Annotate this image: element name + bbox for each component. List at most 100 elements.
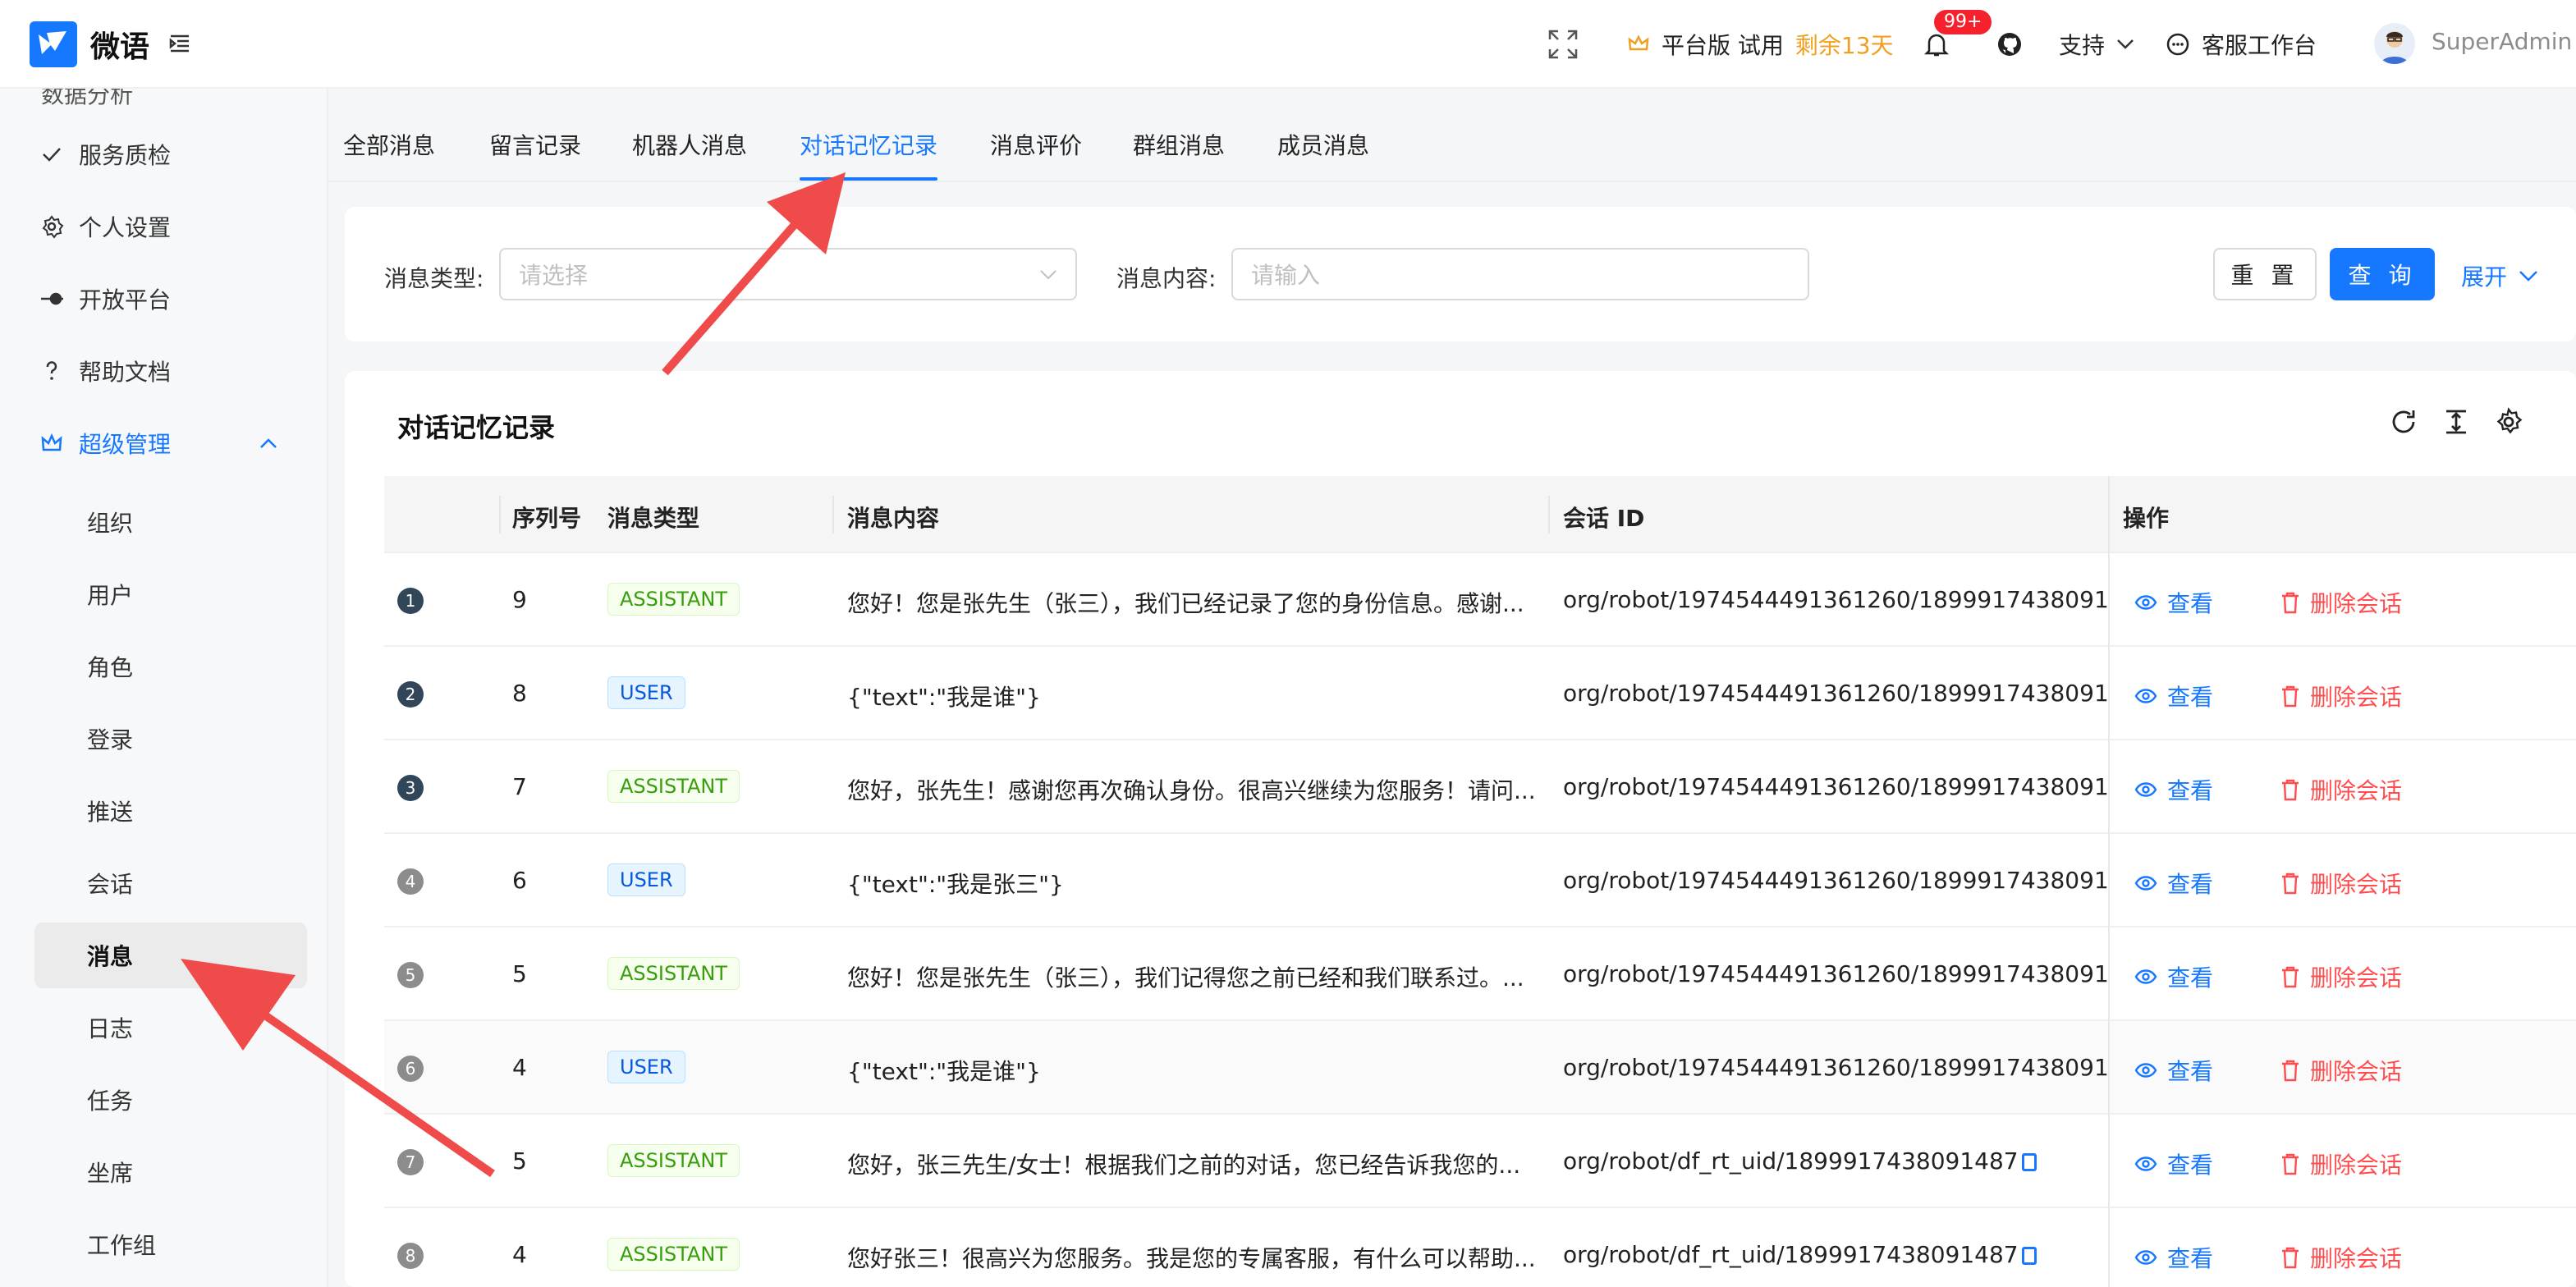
- delete-session-button[interactable]: 删除会话: [2280, 1147, 2402, 1180]
- delete-label: 删除会话: [2310, 684, 2403, 711]
- sidebar-subitem-task[interactable]: 任务: [34, 1067, 307, 1133]
- table-row[interactable]: 3 7 ASSISTANT 您好，张先生！感谢您再次确认身份。很高兴继续为您服务！请问…: [384, 740, 2576, 834]
- session-id-text: org/robot/1974544491361260/1899917438091…: [1563, 773, 2108, 800]
- tab-group-messages[interactable]: 群组消息: [1133, 128, 1225, 161]
- table-row[interactable]: 5 5 ASSISTANT 您好！您是张先生（张三），我们记得您之前已经和我们联系过。…: [384, 927, 2576, 1021]
- sidebar-subitem-log[interactable]: 日志: [34, 995, 307, 1060]
- sidebar-subitem-login[interactable]: 登录: [34, 706, 307, 772]
- table-row[interactable]: 6 4 USER {"text":"我是谁"} org/robot/1974544491…: [384, 1021, 2576, 1115]
- api-icon: [41, 292, 63, 305]
- cell-seq: 4: [512, 1054, 527, 1081]
- view-button[interactable]: 查看: [2134, 586, 2213, 619]
- cell-content: 您好张三！很高兴为您服务。我是您的专属客服，有什么可以帮助...: [847, 1245, 1536, 1272]
- column-height-icon[interactable]: [2441, 407, 2471, 437]
- username[interactable]: SuperAdmin: [2432, 28, 2572, 55]
- table-row[interactable]: 4 6 USER {"text":"我是张三"} org/robot/197454449…: [384, 834, 2576, 927]
- logo-icon[interactable]: [30, 21, 77, 67]
- view-button[interactable]: 查看: [2134, 867, 2213, 900]
- bell-icon[interactable]: [1924, 31, 1949, 57]
- cell-seq: 8: [512, 680, 527, 707]
- col-seq[interactable]: 序列号: [512, 501, 581, 534]
- sidebar-subitem-message[interactable]: 消息: [34, 923, 307, 988]
- trash-icon: [2282, 1153, 2299, 1175]
- delete-session-button[interactable]: 删除会话: [2280, 1241, 2402, 1274]
- table-card: 对话记忆记录 序列号 消息类型 消息内容 会话 ID 操作 1 9 ASSISTAN…: [345, 371, 2576, 1287]
- message-type-select[interactable]: 请选择: [499, 248, 1077, 300]
- sidebar-item-super-admin[interactable]: 超级管理: [39, 419, 286, 468]
- rank-badge: 4: [397, 868, 424, 895]
- view-button[interactable]: 查看: [2134, 1147, 2213, 1180]
- view-button[interactable]: 查看: [2134, 960, 2213, 993]
- tab-member-messages[interactable]: 成员消息: [1277, 128, 1369, 161]
- fullscreen-icon[interactable]: [1547, 28, 1579, 61]
- sidebar-subitem-workgroup[interactable]: 工作组: [34, 1211, 307, 1277]
- sidebar-item-help-docs[interactable]: 帮助文档: [39, 346, 171, 396]
- table-row[interactable]: 7 5 ASSISTANT 您好，张三先生/女士！根据我们之前的对话，您已经告诉我您的…: [384, 1115, 2576, 1208]
- delete-label: 删除会话: [2310, 1245, 2403, 1272]
- sidebar-subitem-user[interactable]: 用户: [34, 561, 307, 627]
- workbench-link[interactable]: 客服工作台: [2166, 25, 2317, 64]
- reset-button[interactable]: 重 置: [2213, 248, 2317, 300]
- message-type-tag: ASSISTANT: [607, 1238, 740, 1271]
- cell-content: 您好，张先生！感谢您再次确认身份。很高兴继续为您服务！请问...: [847, 777, 1536, 804]
- delete-session-button[interactable]: 删除会话: [2280, 867, 2402, 900]
- reload-icon[interactable]: [2389, 407, 2418, 437]
- sidebar-subitem-thread[interactable]: 会话: [34, 850, 307, 916]
- table-row[interactable]: 8 4 ASSISTANT 您好张三！很高兴为您服务。我是您的专属客服，有什么可以帮助…: [384, 1208, 2576, 1287]
- view-label: 查看: [2167, 684, 2214, 711]
- copy-icon[interactable]: [2021, 1247, 2037, 1265]
- message-content-input[interactable]: 请输入: [1231, 248, 1809, 300]
- delete-session-button[interactable]: 删除会话: [2280, 680, 2402, 712]
- table-row[interactable]: 1 9 ASSISTANT 您好！您是张先生（张三），我们已经记录了您的身份信息。感谢…: [384, 553, 2576, 647]
- col-content[interactable]: 消息内容: [847, 501, 939, 534]
- sidebar-subitem-org[interactable]: 组织: [34, 489, 307, 555]
- sidebar-subitem-role[interactable]: 角色: [34, 634, 307, 699]
- delete-session-button[interactable]: 删除会话: [2280, 773, 2402, 806]
- view-button[interactable]: 查看: [2134, 1054, 2213, 1087]
- trash-icon: [2282, 1247, 2299, 1269]
- col-session-id[interactable]: 会话 ID: [1563, 501, 1644, 534]
- table-row[interactable]: 2 8 USER {"text":"我是谁"} org/robot/1974544491…: [384, 647, 2576, 740]
- sidebar: 数据分析 服务质检 个人设置 开放平台 帮助文档 超级管理 组织 用户 角色 登…: [0, 89, 328, 1287]
- avatar[interactable]: [2374, 23, 2415, 64]
- cell-seq: 5: [512, 960, 527, 987]
- tab-conversation-memory[interactable]: 对话记忆记录: [800, 128, 937, 161]
- tab-leave-messages[interactable]: 留言记录: [489, 128, 581, 161]
- support-label: 支持: [2059, 32, 2106, 59]
- github-icon[interactable]: [1996, 31, 2023, 57]
- delete-session-button[interactable]: 删除会话: [2280, 586, 2402, 619]
- settings-icon[interactable]: [2494, 407, 2523, 437]
- sidebar-item-quality-check[interactable]: 服务质检: [39, 130, 171, 179]
- query-button[interactable]: 查 询: [2330, 248, 2435, 300]
- rank-badge: 8: [397, 1243, 424, 1269]
- tab-message-rating[interactable]: 消息评价: [990, 128, 1082, 161]
- view-button[interactable]: 查看: [2134, 680, 2213, 712]
- view-button[interactable]: 查看: [2134, 773, 2213, 806]
- sidebar-subitem-label: 组织: [87, 510, 134, 537]
- table-title: 对话记忆记录: [397, 412, 556, 443]
- col-type[interactable]: 消息类型: [607, 501, 699, 534]
- eye-icon: [2134, 782, 2157, 797]
- sidebar-subitem-push[interactable]: 推送: [34, 778, 307, 844]
- menu-fold-icon[interactable]: [167, 31, 192, 56]
- delete-label: 删除会话: [2310, 590, 2403, 617]
- trash-icon: [2282, 966, 2299, 988]
- support-menu[interactable]: 支持: [2059, 25, 2134, 64]
- message-type-tag: ASSISTANT: [607, 770, 740, 803]
- cell-content: {"text":"我是谁"}: [847, 684, 1041, 711]
- plan-indicator[interactable]: 平台版 试用 剩余13天: [1627, 25, 1894, 64]
- top-header: 微语 平台版 试用 剩余13天 99+ 支持 客服工作台 SuperAdmin: [0, 0, 2576, 89]
- tab-robot-messages[interactable]: 机器人消息: [632, 128, 747, 161]
- expand-label: 展开: [2461, 263, 2508, 291]
- sidebar-subitem-agent[interactable]: 坐席: [34, 1139, 307, 1205]
- delete-session-button[interactable]: 删除会话: [2280, 1054, 2402, 1087]
- copy-icon[interactable]: [2021, 1153, 2037, 1171]
- sidebar-item-cut[interactable]: 数据分析: [41, 89, 133, 110]
- sidebar-item-open-platform[interactable]: 开放平台: [39, 274, 171, 323]
- sidebar-item-personal-settings[interactable]: 个人设置: [39, 202, 171, 251]
- delete-session-button[interactable]: 删除会话: [2280, 960, 2402, 993]
- expand-toggle[interactable]: 展开: [2461, 259, 2538, 292]
- view-button[interactable]: 查看: [2134, 1241, 2213, 1274]
- sidebar-item-label: 服务质检: [79, 142, 172, 169]
- tab-all-messages[interactable]: 全部消息: [343, 128, 435, 161]
